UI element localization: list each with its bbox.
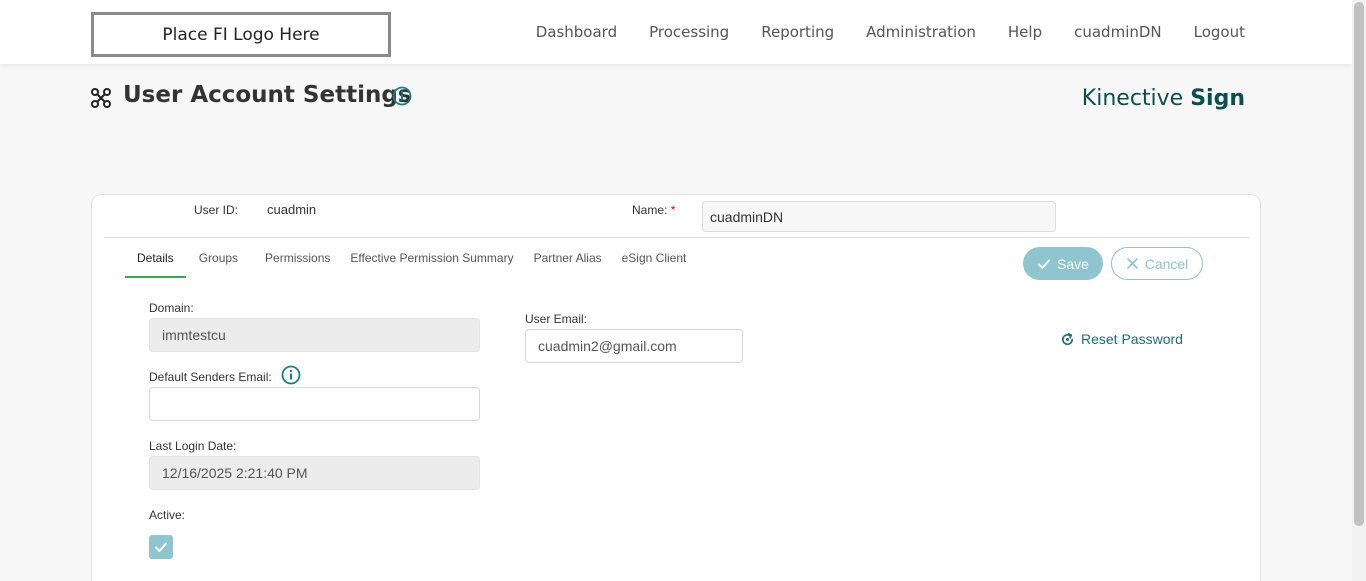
required-marker: * bbox=[670, 203, 676, 217]
tab-effective-permission-summary[interactable]: Effective Permission Summary bbox=[340, 238, 523, 278]
domain-field: immtestcu bbox=[149, 318, 480, 352]
default-senders-email-info-icon[interactable] bbox=[281, 365, 301, 385]
page-info-icon[interactable] bbox=[392, 86, 412, 106]
kinective-sign-brand: Kinective Sign bbox=[1082, 86, 1245, 111]
tab-partner-alias[interactable]: Partner Alias bbox=[524, 238, 612, 278]
user-email-label: User Email: bbox=[525, 312, 588, 326]
reset-password-label: Reset Password bbox=[1081, 331, 1183, 347]
nav-user-menu[interactable]: cuadminDN bbox=[1074, 23, 1162, 41]
default-senders-email-label: Default Senders Email: bbox=[149, 370, 272, 384]
nav-administration[interactable]: Administration bbox=[866, 23, 976, 41]
tab-esign-client[interactable]: eSign Client bbox=[612, 238, 697, 278]
save-button[interactable]: Save bbox=[1023, 247, 1103, 280]
name-label-text: Name: bbox=[632, 203, 668, 217]
user-id-value: cuadmin bbox=[267, 202, 317, 217]
checkmark-icon bbox=[155, 542, 167, 552]
default-senders-email-input[interactable] bbox=[149, 387, 480, 421]
check-icon bbox=[1038, 259, 1051, 269]
user-email-input[interactable]: cuadmin2@gmail.com bbox=[525, 329, 743, 363]
reset-icon bbox=[1062, 332, 1074, 345]
nav-dashboard[interactable]: Dashboard bbox=[536, 23, 617, 41]
tab-groups[interactable]: Groups bbox=[186, 238, 248, 278]
cancel-button[interactable]: Cancel bbox=[1111, 247, 1203, 280]
fi-logo-placeholder[interactable]: Place FI Logo Here bbox=[91, 12, 391, 57]
nav-processing[interactable]: Processing bbox=[649, 23, 729, 41]
active-label: Active: bbox=[149, 508, 186, 522]
active-checkbox[interactable] bbox=[149, 535, 173, 559]
user-settings-icon bbox=[91, 88, 111, 108]
close-icon bbox=[1126, 258, 1138, 269]
domain-label: Domain: bbox=[149, 301, 194, 315]
last-login-date-label: Last Login Date: bbox=[149, 439, 237, 453]
main-nav: Dashboard Processing Reporting Administr… bbox=[536, 0, 1245, 64]
nav-logout[interactable]: Logout bbox=[1194, 23, 1245, 41]
tab-permissions[interactable]: Permissions bbox=[248, 238, 340, 278]
settings-tabs: Details Groups Permissions Effective Per… bbox=[125, 238, 696, 278]
nav-reporting[interactable]: Reporting bbox=[761, 23, 834, 41]
scrollbar-thumb[interactable] bbox=[1354, 2, 1364, 526]
reset-password-link[interactable]: Reset Password bbox=[1060, 331, 1183, 347]
page-title: User Account Settings bbox=[123, 82, 412, 108]
top-navigation-bar: Place FI Logo Here Dashboard Processing … bbox=[0, 0, 1352, 64]
brand-light-text: Kinective bbox=[1081, 86, 1191, 111]
user-settings-card: User ID: cuadmin Name: * cuadminDN Detai… bbox=[91, 194, 1261, 581]
cancel-label: Cancel bbox=[1144, 255, 1189, 272]
name-label: Name: * bbox=[632, 203, 675, 217]
page-scrollbar[interactable] bbox=[1352, 0, 1366, 581]
nav-help[interactable]: Help bbox=[1008, 23, 1042, 41]
user-id-label: User ID: bbox=[194, 203, 239, 217]
save-label: Save bbox=[1057, 255, 1089, 272]
last-login-date-field: 12/16/2025 2:21:40 PM bbox=[149, 456, 480, 490]
name-input[interactable]: cuadminDN bbox=[702, 201, 1056, 232]
brand-bold-text: Sign bbox=[1190, 86, 1245, 111]
tab-details[interactable]: Details bbox=[125, 238, 186, 278]
